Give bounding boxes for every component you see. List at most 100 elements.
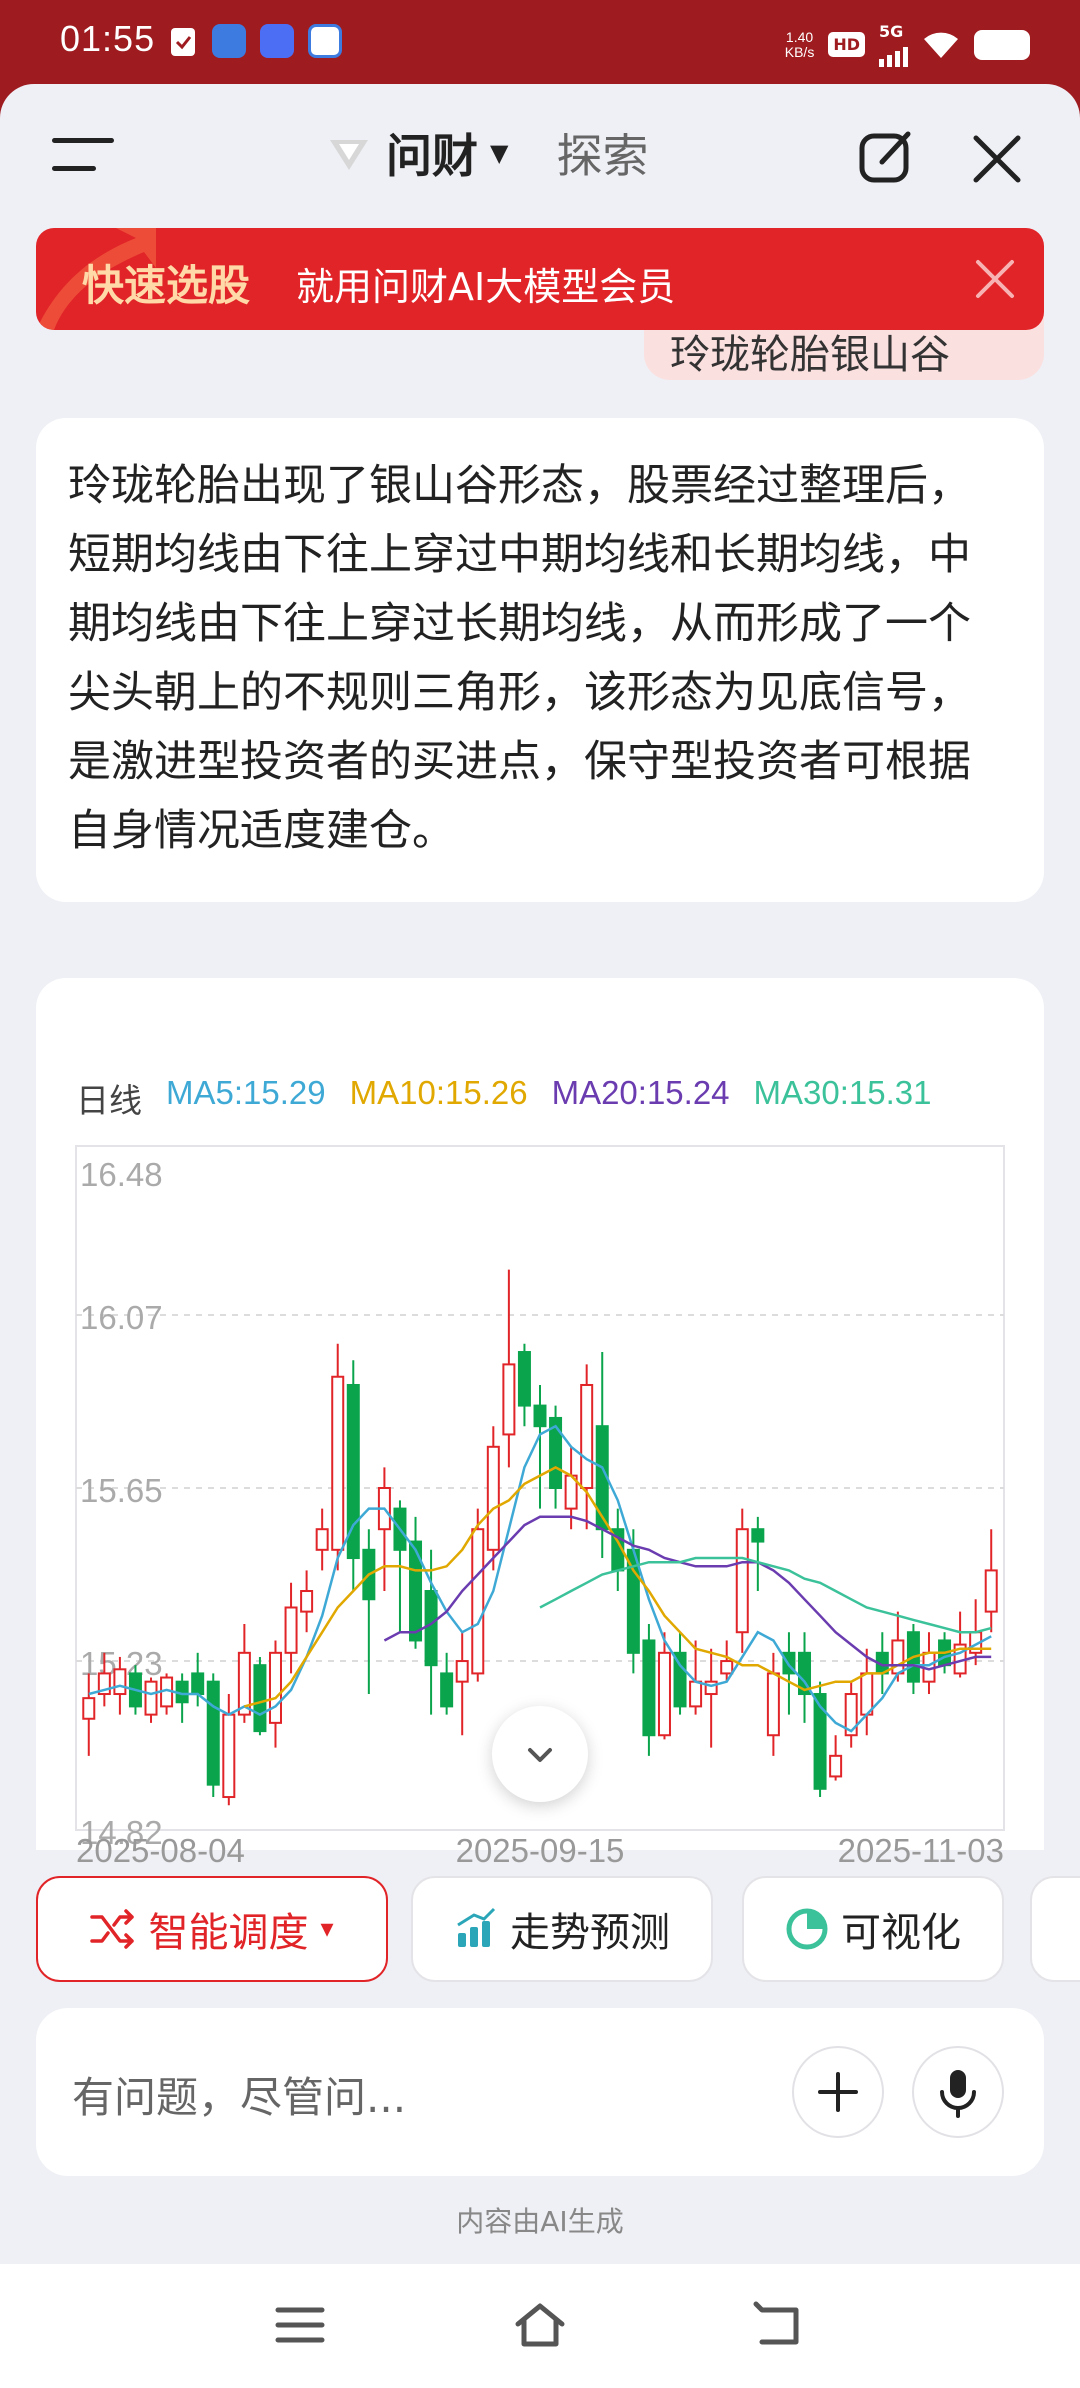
candle-body [284, 1606, 298, 1654]
chevron-down-icon: ▼ [490, 139, 509, 167]
brand-switcher[interactable]: 问财 ▼ 探索 [326, 120, 648, 186]
chip-smart-dispatch[interactable]: 智能调度 ▾ [36, 1876, 388, 1982]
app-notification-icon [308, 24, 342, 58]
candle-body [253, 1664, 267, 1733]
chip-label: 智能调度 [148, 1910, 309, 1956]
legend-ma30: MA30:15.31 [753, 1074, 932, 1111]
y-tick-label: 16.07 [80, 1299, 163, 1336]
candle-body [860, 1672, 874, 1716]
pie-chart-icon [786, 1908, 828, 1950]
candle-body [268, 1651, 282, 1724]
back-icon[interactable] [752, 2300, 808, 2350]
chip-visualize[interactable]: 可视化 [742, 1876, 1004, 1982]
candle-body [113, 1668, 127, 1696]
plus-icon [818, 2072, 858, 2112]
notification-icons [168, 24, 342, 58]
candle-body [642, 1639, 656, 1737]
candle-body [440, 1672, 454, 1708]
shuffle-icon [90, 1909, 135, 1949]
legend-ma10: MA10:15.26 [349, 1074, 528, 1111]
wencai-logo-icon [330, 140, 368, 170]
candle-body [455, 1660, 469, 1683]
candle-body [300, 1590, 314, 1613]
candle-body [580, 1383, 594, 1489]
battery-icon [974, 29, 1030, 60]
scroll-down-button[interactable] [492, 1706, 588, 1802]
chat-input-placeholder: 有问题，尽管问... [72, 2073, 407, 2122]
wifi-icon [924, 32, 958, 58]
candle-body [720, 1660, 734, 1675]
voice-input-button[interactable] [912, 2046, 1004, 2138]
system-nav-bar [0, 2264, 1080, 2388]
candle-body [331, 1375, 345, 1551]
new-chat-icon[interactable] [858, 128, 916, 186]
add-attachment-button[interactable] [792, 2046, 884, 2138]
candle-body [82, 1697, 96, 1720]
menu-icon[interactable] [52, 134, 114, 174]
tab-explore[interactable]: 探索 [556, 120, 648, 186]
app-screen: 问财 ▼ 探索 玲珑轮胎银山谷 快速选股 就用问财AI大模型会员 玲珑轮胎出现了… [0, 84, 1080, 2264]
clipboard-icon [171, 28, 195, 56]
quick-action-chips: 智能调度 ▾ 走势预测 可视化 [36, 1876, 1080, 1986]
candle-body [315, 1528, 329, 1551]
trend-chart-icon [457, 1907, 496, 1947]
status-right: 1.40 KB/s HD 5G [785, 22, 1030, 67]
candle-body [533, 1404, 547, 1428]
candle-body [657, 1651, 671, 1737]
home-icon[interactable] [512, 2300, 568, 2350]
x-tick-label: 2025-08-04 [76, 1832, 245, 1869]
close-icon[interactable] [974, 258, 1016, 300]
chip-trend-forecast[interactable]: 走势预测 [411, 1876, 713, 1982]
signal-bars-icon [879, 41, 908, 67]
answer-card: 玲珑轮胎出现了银山谷形态，股票经过整理后，短期均线由下往上穿过中期均线和长期均线… [36, 418, 1044, 902]
candle-body [751, 1528, 765, 1543]
candle-body [813, 1693, 827, 1790]
hd-badge: HD [828, 32, 865, 57]
candle-body [206, 1680, 220, 1786]
user-message-text: 玲珑轮胎银山谷 [670, 332, 950, 378]
net-speed-value: 1.40 [785, 28, 814, 45]
ai-disclaimer: 内容由AI生成 [456, 2205, 624, 2238]
candle-body [766, 1672, 780, 1737]
chat-input-box[interactable]: 有问题，尽管问... [36, 2008, 1044, 2176]
recent-apps-icon[interactable] [272, 2300, 328, 2350]
candle-body [471, 1528, 485, 1675]
net-speed: 1.40 KB/s [784, 28, 815, 60]
chevron-down-icon [528, 1748, 552, 1762]
y-tick-label: 16.48 [80, 1156, 163, 1193]
promo-title: 快速选股 [82, 261, 251, 310]
status-bar: 01:55 1.40 KB/s HD 5G [0, 0, 1080, 84]
microphone-icon [940, 2070, 976, 2118]
promo-banner[interactable]: 快速选股 就用问财AI大模型会员 [36, 228, 1044, 330]
legend-ma5: MA5:15.29 [166, 1074, 326, 1111]
network-type: 5G [879, 22, 904, 41]
app-notification-icon [212, 24, 246, 58]
chip-label: 走势预测 [510, 1910, 670, 1956]
ma-legend: 日线 MA5:15.29 MA10:15.26 MA20:15.24 MA30:… [76, 1074, 956, 1122]
brand-title: 问财 [386, 129, 478, 183]
candle-body [984, 1569, 998, 1613]
net-speed-unit: KB/s [784, 43, 815, 60]
candle-body [144, 1680, 158, 1716]
candle-body [735, 1528, 749, 1634]
top-bar: 问财 ▼ 探索 [0, 84, 1080, 224]
ma-line-ma30 [539, 1556, 992, 1634]
close-icon[interactable] [970, 132, 1024, 186]
candle-body [222, 1713, 236, 1799]
cell-signal: 5G [879, 22, 908, 67]
status-time: 01:55 [60, 18, 156, 59]
candle-body [486, 1445, 500, 1551]
chip-more[interactable] [1030, 1876, 1080, 1982]
candle-body [829, 1754, 843, 1778]
candle-body [517, 1351, 531, 1407]
chip-label: 可视化 [841, 1910, 961, 1956]
period-label: 日线 [76, 1082, 142, 1119]
x-tick-label: 2025-09-15 [456, 1832, 625, 1869]
app-notification-icon [260, 24, 294, 58]
promo-subtitle: 就用问财AI大模型会员 [296, 265, 676, 309]
candle-body [502, 1363, 516, 1436]
answer-text: 玲珑轮胎出现了银山谷形态，股票经过整理后，短期均线由下往上穿过中期均线和长期均线… [68, 461, 971, 856]
candle-body [689, 1680, 703, 1708]
candle-body [191, 1672, 205, 1696]
candle-body [424, 1590, 438, 1667]
